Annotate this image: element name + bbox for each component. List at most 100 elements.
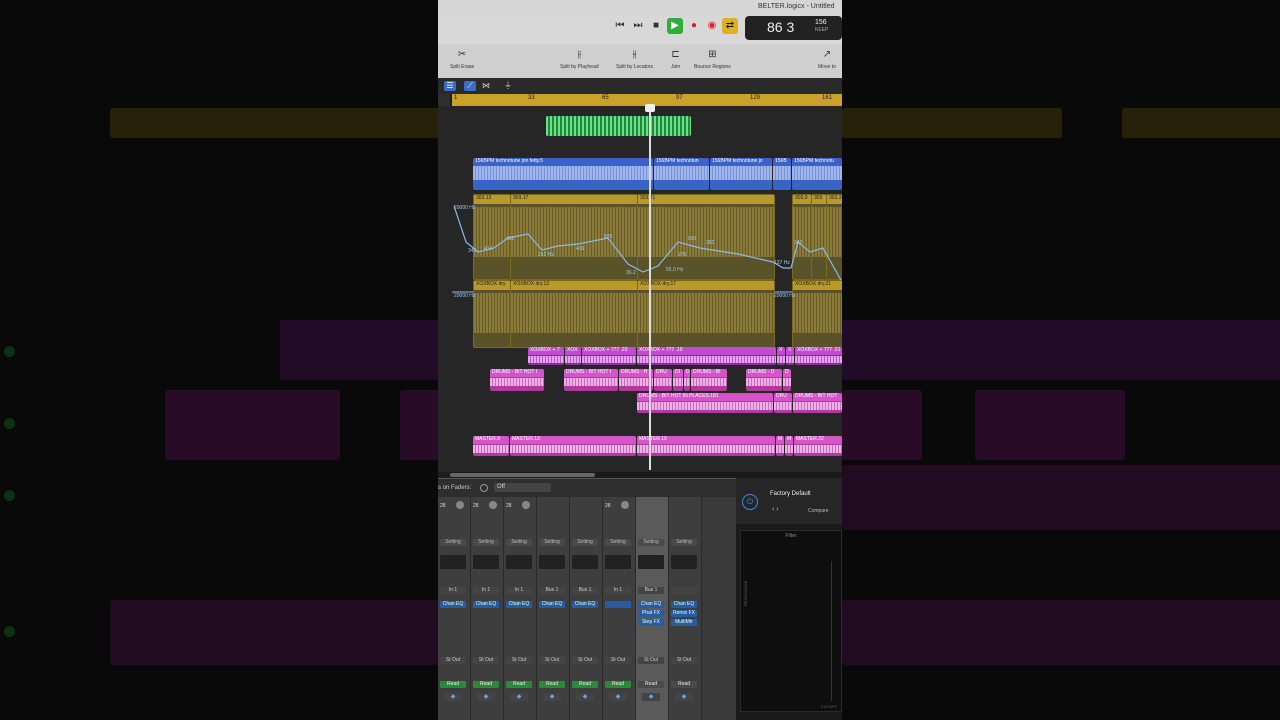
plugin-slot[interactable]: Phat FX bbox=[638, 610, 664, 617]
setting-button[interactable]: Setting bbox=[473, 539, 499, 546]
pan-icon[interactable]: ◆ bbox=[609, 693, 627, 701]
join-tool[interactable]: ⊏ Join bbox=[671, 49, 680, 70]
output-slot[interactable]: St Out bbox=[671, 657, 697, 664]
pan-icon[interactable]: ◆ bbox=[510, 693, 528, 701]
input-slot[interactable] bbox=[671, 587, 697, 594]
setting-button[interactable]: Setting bbox=[638, 539, 664, 546]
setting-button[interactable]: Setting bbox=[506, 539, 532, 546]
catch-icon[interactable]: ⏚ bbox=[502, 81, 514, 91]
eq-thumbnail[interactable] bbox=[671, 555, 697, 569]
automation-mode-button[interactable]: Read bbox=[638, 681, 664, 688]
audio-region-drums[interactable]: DRUMS - BIT HOT I bbox=[564, 369, 618, 391]
plugin-slot[interactable]: Chan EQ bbox=[440, 601, 466, 608]
move-to-tool[interactable]: ↗ Move to bbox=[818, 49, 836, 70]
audio-region-xoxbox-777[interactable]: XOXBOX + 777 .20 bbox=[582, 347, 636, 365]
plugin-slot[interactable]: Remix FX bbox=[671, 610, 697, 617]
automation-mode-button[interactable]: Read bbox=[671, 681, 697, 688]
channel-strip[interactable]: Setting Bus 1 Chan EQ St Out Read ◆ bbox=[570, 497, 603, 720]
audio-region-drums-places[interactable]: DRUMS - BIT HOT bbox=[793, 393, 842, 413]
plugin-slot[interactable]: Chan EQ bbox=[671, 601, 697, 608]
channel-strip[interactable]: 28 Setting In 1 Chan EQ St Out Read ◆ bbox=[471, 497, 504, 720]
channel-strip[interactable]: 28 Setting In 1 Chan EQ St Out Read ◆ bbox=[504, 497, 537, 720]
audio-region-xoxbox-dry[interactable]: XOXBOX dry.13 bbox=[510, 280, 638, 348]
audio-region-drums-places[interactable]: DRU bbox=[774, 393, 792, 413]
plugin-slot[interactable]: Step FX bbox=[638, 619, 664, 626]
eq-thumbnail[interactable] bbox=[539, 555, 565, 569]
automation-mode-button[interactable]: Read bbox=[473, 681, 499, 688]
split-locators-tool[interactable]: ⫳ Split by Locators bbox=[616, 49, 653, 70]
pan-icon[interactable]: ◆ bbox=[576, 693, 594, 701]
record-button[interactable]: ● bbox=[686, 18, 702, 34]
audio-region-master[interactable]: MASTER.22 bbox=[794, 436, 842, 456]
gain-knob[interactable] bbox=[489, 501, 497, 509]
audio-region-xoxbox-dry[interactable]: XOXBOX dry.17 bbox=[637, 280, 775, 348]
output-slot[interactable]: St Out bbox=[572, 657, 598, 664]
pan-icon[interactable]: ◆ bbox=[675, 693, 693, 701]
automation-mode-button[interactable]: Read bbox=[506, 681, 532, 688]
forward-button[interactable]: ⏭ bbox=[630, 18, 646, 34]
automation-mode-button[interactable]: Read bbox=[572, 681, 598, 688]
output-slot[interactable]: St Out bbox=[605, 657, 631, 664]
audio-region-xoxbox-777[interactable]: XOXBOX + 777 .19 bbox=[637, 347, 776, 365]
setting-button[interactable]: Setting bbox=[605, 539, 631, 546]
setting-button[interactable]: Setting bbox=[440, 539, 466, 546]
preset-name[interactable]: Factory Default bbox=[770, 491, 811, 497]
gain-knob[interactable] bbox=[621, 501, 629, 509]
reset-icon[interactable] bbox=[480, 484, 488, 492]
pan-icon[interactable]: ◆ bbox=[444, 693, 462, 701]
plugin-slot[interactable]: Chan EQ bbox=[506, 601, 532, 608]
audio-region-master[interactable]: MASTER.9 bbox=[473, 436, 509, 456]
audio-region-xoxbox-777[interactable]: XOXBOX + 7 bbox=[528, 347, 564, 365]
audio-region-drums[interactable]: DRUMS - D bbox=[746, 369, 782, 391]
eq-thumbnail[interactable] bbox=[572, 555, 598, 569]
gain-knob[interactable] bbox=[522, 501, 530, 509]
setting-button[interactable]: Setting bbox=[671, 539, 697, 546]
pan-icon[interactable]: ◆ bbox=[642, 693, 660, 701]
plugin-slot[interactable]: Chan EQ bbox=[572, 601, 598, 608]
scroll-thumb[interactable] bbox=[450, 473, 595, 477]
plugin-slot[interactable] bbox=[605, 601, 631, 608]
audio-region-drums-places[interactable]: DRUMS - BIT HOT IN PLACES.181 bbox=[637, 393, 773, 413]
playhead-handle[interactable] bbox=[645, 104, 655, 112]
compare-button[interactable]: Compare bbox=[808, 508, 829, 514]
automation-mode-button[interactable]: Read bbox=[605, 681, 631, 688]
playhead[interactable] bbox=[649, 104, 651, 470]
split-erase-tool[interactable]: ✂ Split Erase bbox=[450, 49, 474, 70]
lcd-display[interactable]: 86 3 156 KEEP bbox=[745, 16, 842, 40]
filter-graph[interactable]: Filter RESONANCE CUTOFF bbox=[740, 530, 842, 712]
channel-strip[interactable]: 28 Setting In 1 St Out Read ◆ bbox=[603, 497, 636, 720]
audio-region-drums[interactable]: DRUMS - H bbox=[619, 369, 653, 391]
output-slot[interactable]: St Out bbox=[506, 657, 532, 664]
audio-region-drums[interactable]: D bbox=[783, 369, 791, 391]
eq-thumbnail[interactable] bbox=[605, 555, 631, 569]
channel-strip[interactable]: 28 Setting In 1 Chan EQ St Out Read ◆ bbox=[438, 497, 471, 720]
audio-region-xoxbox-dry[interactable]: XOXBOX dry bbox=[473, 280, 511, 348]
input-slot[interactable]: In 1 bbox=[506, 587, 532, 594]
input-slot[interactable]: Bus 1 bbox=[572, 587, 598, 594]
audio-region-master[interactable]: MASTER.13 bbox=[510, 436, 636, 456]
eq-thumbnail[interactable] bbox=[473, 555, 499, 569]
list-view-icon[interactable]: ☰ bbox=[444, 81, 456, 91]
eq-thumbnail[interactable] bbox=[638, 555, 664, 569]
audio-region-xoxbox-777[interactable]: X bbox=[786, 347, 794, 365]
plugin-slot[interactable]: MultiMtr bbox=[671, 619, 697, 626]
preset-nav[interactable]: ‹ › bbox=[772, 506, 779, 513]
plugin-slot[interactable]: Chan EQ bbox=[638, 601, 664, 608]
input-slot[interactable]: In 1 bbox=[473, 587, 499, 594]
input-slot[interactable]: In 1 bbox=[605, 587, 631, 594]
audio-region-master[interactable]: MASTER.19 bbox=[637, 436, 775, 456]
channel-strip[interactable]: Setting Chan EQ Remix FX MultiMtr St Out Read… bbox=[669, 497, 702, 720]
faders-select[interactable]: Off bbox=[494, 483, 551, 492]
power-icon[interactable]: ⏻ bbox=[742, 494, 758, 510]
audio-region-drums[interactable]: DI bbox=[673, 369, 683, 391]
setting-button[interactable]: Setting bbox=[539, 539, 565, 546]
plugin-slot[interactable]: Chan EQ bbox=[539, 601, 565, 608]
pan-icon[interactable]: ◆ bbox=[543, 693, 561, 701]
output-slot[interactable]: St Out bbox=[638, 657, 664, 664]
rewind-button[interactable]: ⏮ bbox=[612, 18, 628, 34]
input-slot[interactable]: Bus 1 bbox=[539, 587, 565, 594]
audio-region-xoxbox-777[interactable]: XOXBOX + 777 .21 bbox=[795, 347, 842, 365]
channel-strip[interactable]: Setting Bus 1 Chan EQ Phat FX Step FX St Out R… bbox=[636, 497, 669, 720]
audio-region-xoxbox-777[interactable]: XOX bbox=[565, 347, 581, 365]
input-slot[interactable]: Bus 1 bbox=[638, 587, 664, 594]
